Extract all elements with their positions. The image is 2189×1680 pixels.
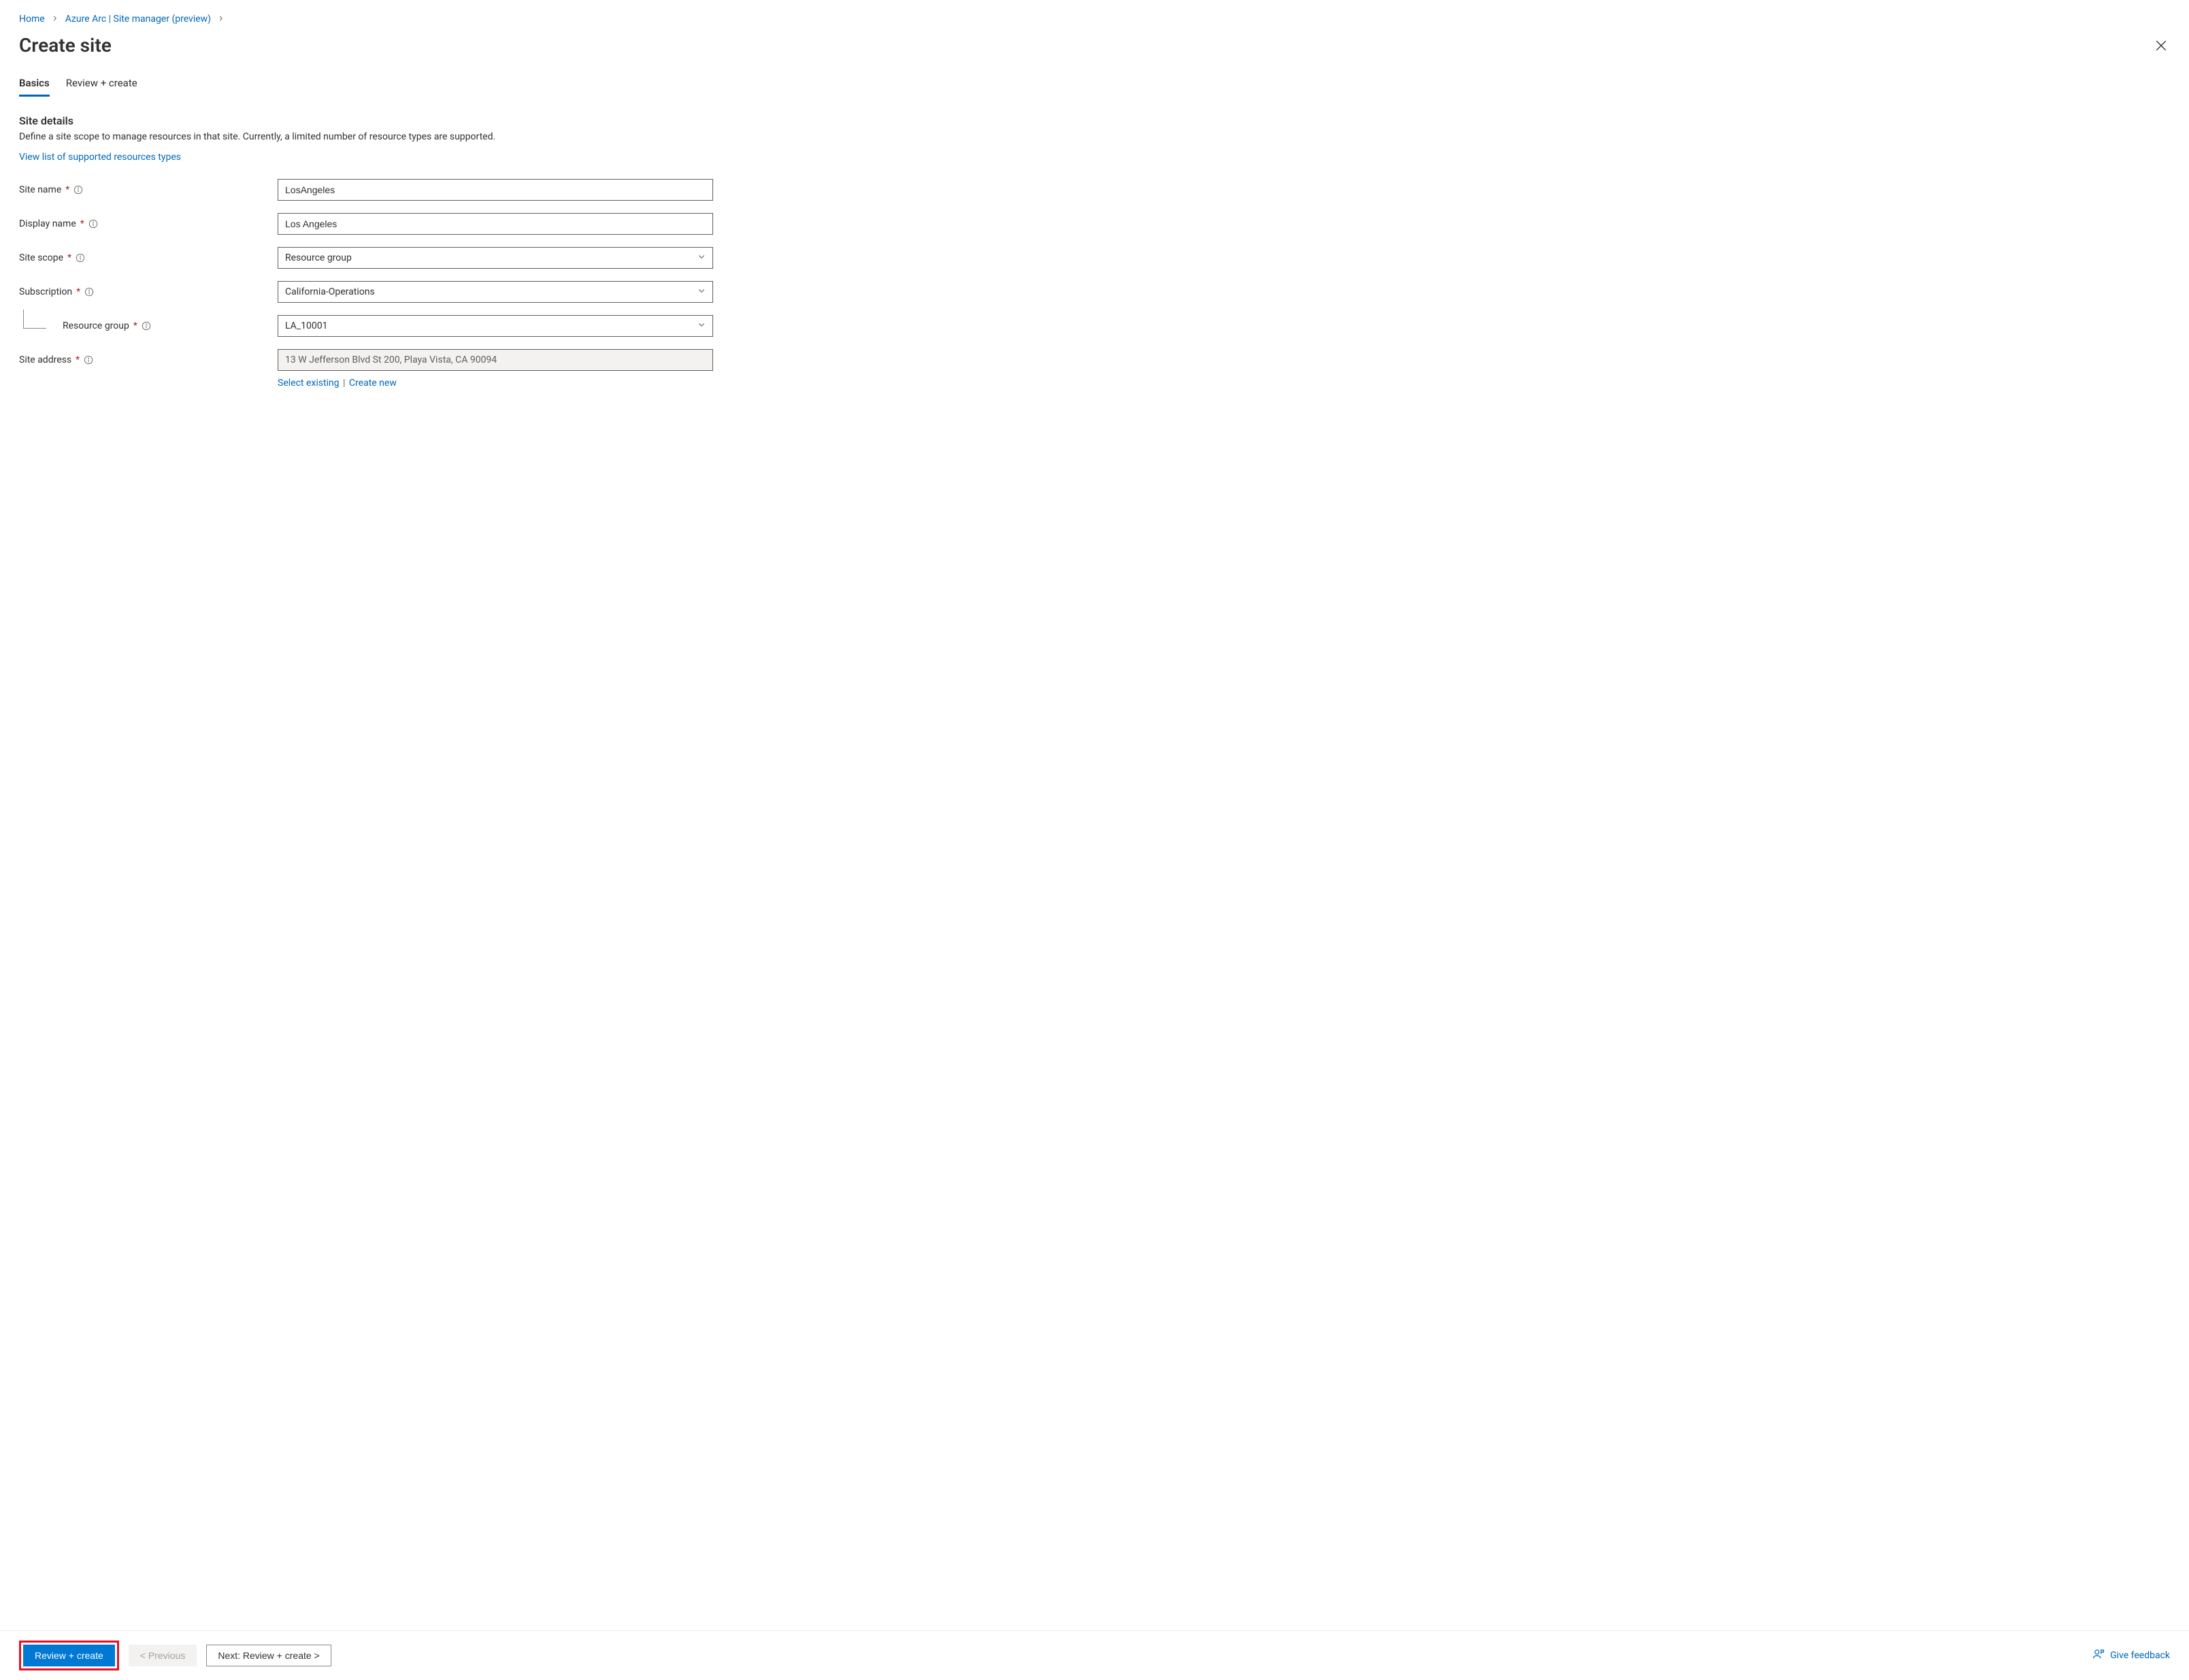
site-name-label: Site name <box>19 184 61 195</box>
required-indicator: * <box>133 320 137 331</box>
close-icon <box>2155 44 2167 54</box>
site-scope-select[interactable]: Resource group <box>278 247 713 269</box>
site-address-field[interactable]: 13 W Jefferson Blvd St 200, Playa Vista,… <box>278 349 713 371</box>
supported-resources-link[interactable]: View list of supported resources types <box>19 152 181 163</box>
footer: Review + create < Previous Next: Review … <box>0 1630 2189 1680</box>
required-indicator: * <box>76 286 80 297</box>
give-feedback-label: Give feedback <box>2110 1650 2170 1661</box>
page-title: Create site <box>19 34 112 56</box>
close-button[interactable] <box>2152 37 2170 54</box>
divider: | <box>343 378 345 389</box>
info-icon[interactable] <box>88 219 98 229</box>
site-scope-label: Site scope <box>19 252 63 263</box>
feedback-icon <box>2092 1648 2105 1663</box>
tab-review-create[interactable]: Review + create <box>66 77 137 97</box>
required-indicator: * <box>65 184 69 195</box>
subscription-label: Subscription <box>19 286 72 297</box>
tab-basics[interactable]: Basics <box>19 77 50 97</box>
info-icon[interactable] <box>76 253 85 263</box>
give-feedback-link[interactable]: Give feedback <box>2092 1648 2170 1663</box>
previous-button: < Previous <box>129 1645 197 1666</box>
indent-connector <box>23 310 46 329</box>
info-icon[interactable] <box>142 321 151 331</box>
info-icon[interactable] <box>73 185 83 195</box>
breadcrumb: Home Azure Arc | Site manager (preview) <box>19 14 2170 24</box>
section-description: Define a site scope to manage resources … <box>19 131 2170 142</box>
highlight-box: Review + create <box>19 1641 119 1670</box>
select-existing-link[interactable]: Select existing <box>278 378 340 389</box>
breadcrumb-site-manager[interactable]: Azure Arc | Site manager (preview) <box>65 14 211 24</box>
section-title: Site details <box>19 114 2170 127</box>
chevron-down-icon <box>697 252 706 263</box>
resource-group-select[interactable]: LA_10001 <box>278 315 713 337</box>
subscription-select[interactable]: California-Operations <box>278 281 713 303</box>
tabs: Basics Review + create <box>19 77 2170 97</box>
create-new-link[interactable]: Create new <box>349 378 397 389</box>
required-indicator: * <box>80 218 84 229</box>
required-indicator: * <box>67 252 71 263</box>
resource-group-label: Resource group <box>63 320 129 331</box>
site-name-input[interactable] <box>278 179 713 201</box>
site-address-label: Site address <box>19 355 71 365</box>
display-name-input[interactable] <box>278 213 713 235</box>
resource-group-value: LA_10001 <box>285 320 327 331</box>
review-create-button[interactable]: Review + create <box>23 1645 115 1666</box>
required-indicator: * <box>76 355 80 365</box>
subscription-value: California-Operations <box>285 286 375 297</box>
next-button[interactable]: Next: Review + create > <box>206 1645 331 1666</box>
chevron-down-icon <box>697 286 706 297</box>
site-address-value: 13 W Jefferson Blvd St 200, Playa Vista,… <box>285 355 497 365</box>
chevron-right-icon <box>218 14 225 24</box>
display-name-label: Display name <box>19 218 76 229</box>
breadcrumb-home[interactable]: Home <box>19 14 45 24</box>
info-icon[interactable] <box>84 355 93 365</box>
chevron-down-icon <box>697 320 706 331</box>
info-icon[interactable] <box>84 287 94 297</box>
site-scope-value: Resource group <box>285 252 352 263</box>
chevron-right-icon <box>52 14 59 24</box>
